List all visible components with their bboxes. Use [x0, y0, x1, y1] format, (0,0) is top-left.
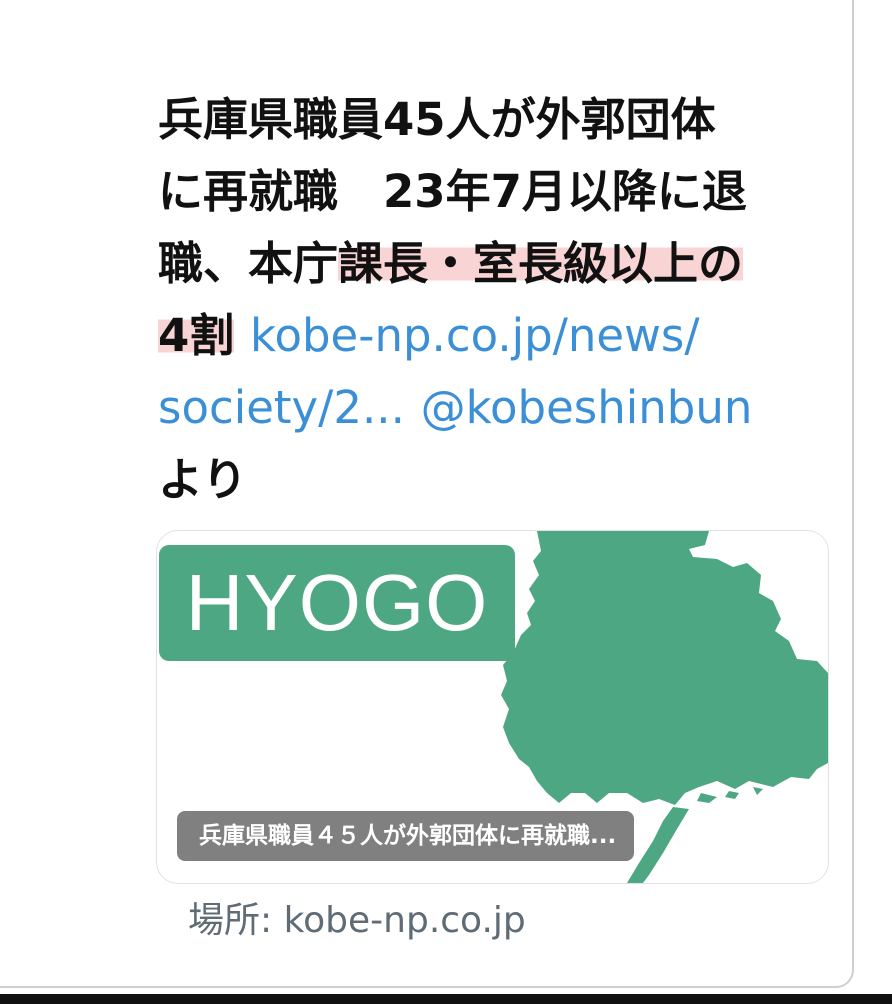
highlighted-phrase: 課長・室長級以上の	[338, 237, 744, 290]
tweet-line-6: より	[158, 453, 248, 506]
hyogo-logo-text: HYOGO	[185, 558, 489, 647]
screenshot-frame: 兵庫県職員45人が外郭団体 に再就職 23年7月以降に退 職、本庁課長・室長級以…	[0, 0, 892, 1004]
hyogo-logo-badge: HYOGO	[159, 545, 515, 661]
bottom-edge-bar	[0, 994, 892, 1004]
article-link-part-2[interactable]: society/2...	[158, 381, 405, 434]
mention-kobeshinbun[interactable]: @kobeshinbun	[421, 381, 753, 434]
article-link-part-1[interactable]: kobe-np.co.jp/news/	[250, 309, 700, 362]
tweet-text: 兵庫県職員45人が外郭団体 に再就職 23年7月以降に退 職、本庁課長・室長級以…	[158, 84, 838, 516]
tweet-line-2: に再就職 23年7月以降に退	[158, 165, 747, 218]
card-domain-label[interactable]: 場所: kobe-np.co.jp	[188, 896, 526, 946]
link-preview-card[interactable]: HYOGO 兵庫県職員４５人が外郭団体に再就職...	[156, 530, 829, 884]
tweet-line-1: 兵庫県職員45人が外郭団体	[158, 93, 716, 146]
card-title-caption: 兵庫県職員４５人が外郭団体に再就職...	[177, 811, 635, 861]
tweet-line-3: 職、本庁課長・室長級以上の	[158, 228, 838, 300]
tweet-line-4: 4割 kobe-np.co.jp/news/	[158, 300, 838, 372]
tweet-line-5: society/2... @kobeshinbun	[158, 372, 838, 444]
tweet-line-3-start: 職、本庁	[158, 237, 339, 290]
highlighted-ratio: 4割	[158, 309, 235, 362]
